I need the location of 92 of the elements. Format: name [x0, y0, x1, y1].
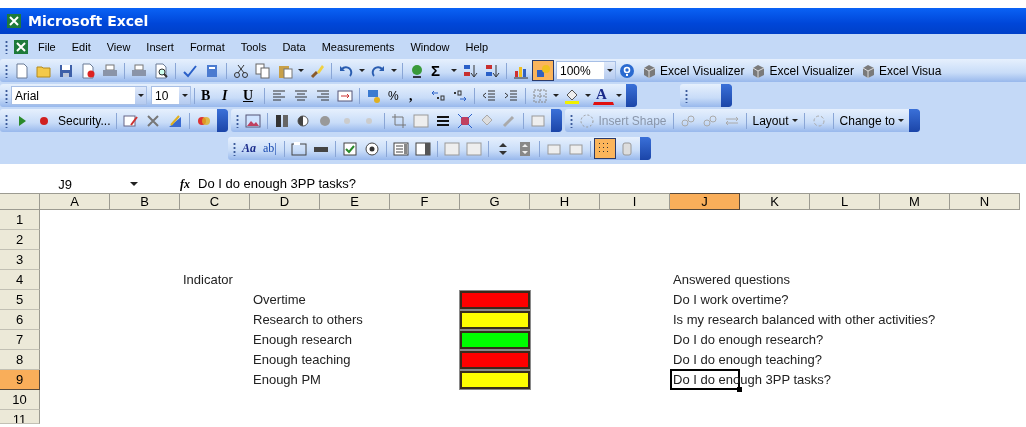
- table-cell-text: Do I do enough teaching?: [672, 351, 823, 369]
- insert-function-button[interactable]: fx: [180, 176, 190, 192]
- formula-field[interactable]: Do I do enough 3PP tasks?: [196, 175, 1026, 193]
- row-header[interactable]: 10: [0, 390, 40, 410]
- row-header[interactable]: 5: [0, 290, 40, 310]
- autosum-button[interactable]: Σ: [428, 60, 449, 81]
- toolbar-grip[interactable]: [5, 88, 8, 103]
- caret-icon[interactable]: [451, 69, 457, 72]
- toolbar-grip[interactable]: [233, 141, 236, 156]
- table-cell-text: Do I do enough research?: [672, 331, 825, 349]
- column-header[interactable]: A: [40, 193, 110, 210]
- caret-icon[interactable]: [298, 69, 304, 72]
- toolbar-grip[interactable]: [685, 88, 688, 103]
- layout-button[interactable]: Layout: [749, 110, 801, 131]
- column-header[interactable]: J: [670, 193, 740, 210]
- zoom-dropdown[interactable]: 100%: [556, 61, 616, 80]
- menu-item[interactable]: Edit: [64, 39, 98, 55]
- row-header[interactable]: 4: [0, 270, 40, 290]
- row-header[interactable]: 6: [0, 310, 40, 330]
- menu-item[interactable]: Format: [182, 39, 232, 55]
- caret-icon[interactable]: [585, 94, 591, 97]
- menu-item[interactable]: Measurements: [314, 39, 402, 55]
- column-header[interactable]: N: [950, 193, 1020, 210]
- row-header[interactable]: 9: [0, 370, 40, 390]
- edit-box-button[interactable]: ab|: [260, 138, 281, 159]
- column-header[interactable]: C: [180, 193, 250, 210]
- toolbar-grip[interactable]: [236, 113, 240, 128]
- cube-icon: [641, 62, 657, 79]
- row-header[interactable]: 8: [0, 350, 40, 370]
- toolbar-grip[interactable]: [5, 113, 8, 128]
- font-size-dropdown[interactable]: 10: [151, 86, 191, 105]
- caret-icon[interactable]: [359, 69, 365, 72]
- toolbar-options-button[interactable]: [217, 109, 229, 132]
- font-color-button[interactable]: A: [593, 86, 614, 105]
- caret-icon[interactable]: [553, 94, 559, 97]
- toolbar-grip[interactable]: [5, 40, 8, 54]
- column-header[interactable]: M: [880, 193, 950, 210]
- percent-button[interactable]: %: [385, 85, 406, 106]
- row-header[interactable]: 1: [0, 210, 40, 230]
- row-header[interactable]: 3: [0, 250, 40, 270]
- name-box[interactable]: J9: [0, 175, 168, 193]
- column-header[interactable]: D: [250, 193, 320, 210]
- column-header[interactable]: H: [530, 193, 600, 210]
- column-header[interactable]: F: [390, 193, 460, 210]
- excel-logo-icon: [13, 39, 29, 55]
- menu-item[interactable]: Insert: [139, 39, 181, 55]
- menu-item[interactable]: View: [99, 39, 138, 55]
- column-header[interactable]: B: [110, 193, 180, 210]
- excel-visualizer-button[interactable]: Excel Visua: [856, 60, 945, 81]
- table-cell-text: Answered questions: [672, 271, 792, 289]
- menu-item[interactable]: Tools: [233, 39, 274, 55]
- shapes-icon[interactable]: [532, 60, 554, 81]
- column-header[interactable]: I: [600, 193, 670, 210]
- caret-icon[interactable]: [391, 69, 397, 72]
- column-header[interactable]: G: [460, 193, 530, 210]
- excel-visualizer-button[interactable]: Excel Visualizer: [638, 60, 748, 81]
- menu-item[interactable]: Help: [458, 39, 496, 55]
- menu-item[interactable]: File: [31, 39, 63, 55]
- toolbar-options-button[interactable]: [908, 109, 920, 132]
- comma-button[interactable]: ,: [406, 85, 427, 106]
- menu-item[interactable]: Data: [275, 39, 313, 55]
- menu-item[interactable]: Window: [403, 39, 457, 55]
- caret-icon[interactable]: [616, 94, 622, 97]
- security-button[interactable]: Security...: [55, 110, 114, 131]
- bold-button[interactable]: B: [198, 85, 219, 106]
- window-title: Microsoft Excel: [28, 13, 149, 29]
- underline-button[interactable]: U: [240, 85, 261, 106]
- column-header[interactable]: L: [810, 193, 880, 210]
- table-cell-text: Enough PM: [252, 371, 322, 389]
- dot-grid-icon[interactable]: [594, 138, 616, 159]
- row-header[interactable]: 7: [0, 330, 40, 350]
- toolbar-grip[interactable]: [570, 113, 574, 128]
- table-cell-text: Do I work overtime?: [672, 291, 790, 309]
- label-button[interactable]: Aa: [239, 138, 260, 159]
- table-cell-text: Enough research: [252, 331, 353, 349]
- italic-button[interactable]: I: [219, 85, 240, 106]
- table-cell-text: Indicator: [182, 271, 234, 289]
- excel-visualizer-button[interactable]: Excel Visualizer: [747, 60, 857, 81]
- row-header[interactable]: 2: [0, 230, 40, 250]
- excel-logo-icon: [6, 13, 22, 29]
- font-dropdown[interactable]: Arial: [11, 86, 147, 105]
- column-header[interactable]: K: [740, 193, 810, 210]
- table-cell-text: Overtime: [252, 291, 307, 309]
- table-cell-text: Enough teaching: [252, 351, 352, 369]
- toolbar-options-button[interactable]: [551, 109, 563, 132]
- table-cell-text: Research to others: [252, 311, 364, 329]
- table-cell-text: Is my research balanced with other activities?: [672, 311, 937, 329]
- dotted-circle-icon: [579, 112, 596, 129]
- column-header[interactable]: E: [320, 193, 390, 210]
- change-to-button[interactable]: Change to: [836, 110, 907, 131]
- cube-icon: [750, 62, 767, 79]
- toolbar-grip[interactable]: [5, 63, 8, 78]
